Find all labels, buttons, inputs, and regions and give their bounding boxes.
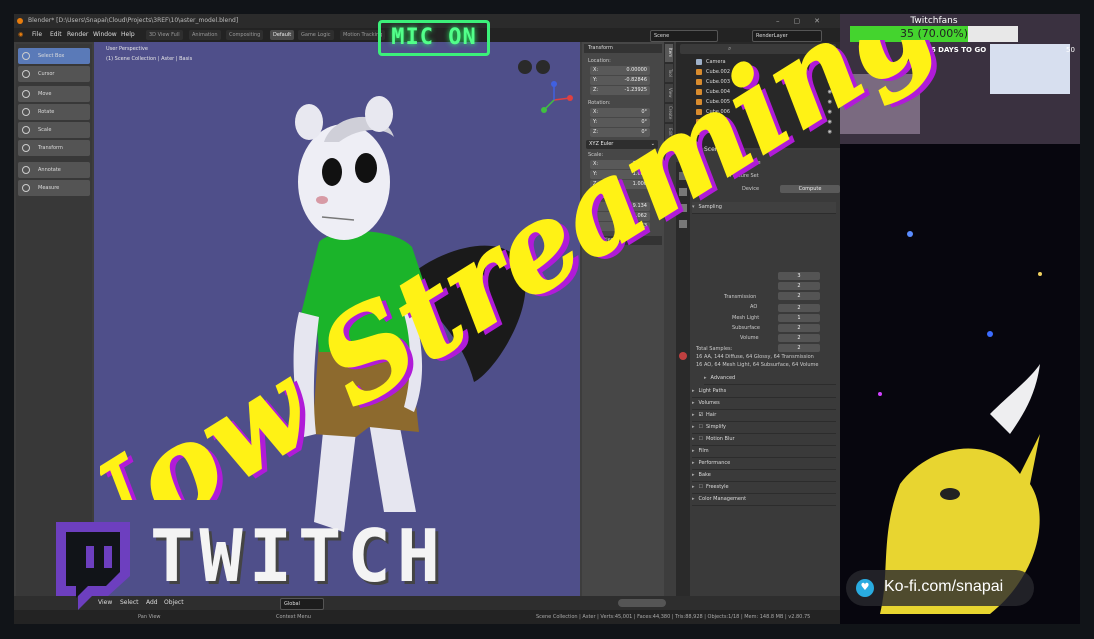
tool-label: Annotate [38, 167, 61, 173]
twitch-wordmark: TWITCH [150, 514, 447, 598]
tool-label: Transform [38, 145, 63, 151]
tool-label: Scale [38, 127, 52, 133]
cursor-icon [22, 70, 30, 78]
tab-compositing[interactable]: Compositing [226, 30, 264, 40]
now-streaming-headline: Now Streaming! Now Streaming! [100, 40, 980, 500]
status-context-menu: Context Menu [276, 614, 311, 620]
tab-game-logic[interactable]: Game Logic [298, 30, 334, 40]
tool-select-box[interactable]: Select Box [18, 48, 90, 64]
transform-orientation-select[interactable]: Global [280, 598, 324, 610]
window-controls[interactable]: –▢✕ [776, 14, 834, 28]
move-icon [22, 90, 30, 98]
tool-label: Cursor [38, 71, 55, 77]
select-box-icon [22, 52, 30, 60]
tool-transform[interactable]: Transform [18, 140, 90, 156]
menu-edit[interactable]: Edit [50, 28, 62, 42]
tool-cursor[interactable]: Cursor [18, 66, 90, 82]
tool-move[interactable]: Move [18, 86, 90, 102]
tool-rotate[interactable]: Rotate [18, 104, 90, 120]
transform-icon [22, 144, 30, 152]
follower-goal-title: Twitchfans [910, 16, 958, 26]
headline-text: Now Streaming! [100, 40, 980, 500]
twitch-logo-icon [56, 522, 130, 610]
menu-render[interactable]: Render [67, 28, 88, 42]
tab-animation[interactable]: Animation [189, 30, 221, 40]
menu-file[interactable]: File [32, 28, 42, 42]
blender-logo-icon [17, 18, 23, 24]
shading-mode-buttons[interactable] [618, 599, 666, 607]
tool-measure[interactable]: Measure [18, 180, 90, 196]
tool-annotate[interactable]: Annotate [18, 162, 90, 178]
tab-3d-view-full[interactable]: 3D View Full [146, 30, 183, 40]
tab-default[interactable]: Default [270, 30, 295, 40]
measure-icon [22, 184, 30, 192]
annotate-icon [22, 166, 30, 174]
tool-label: Rotate [38, 109, 55, 115]
goal-number: 50 [1066, 46, 1075, 54]
tool-label: Measure [38, 185, 60, 191]
kofi-cup-icon: ♥ [856, 579, 874, 597]
window-title: Blender* [D:\Users\Snapai\Cloud\Projects… [28, 17, 239, 24]
blender-menu-icon[interactable]: ◉ [18, 28, 23, 42]
tool-label: Select Box [38, 53, 65, 59]
kofi-link[interactable]: Ko-fi.com/snapai [884, 578, 1003, 596]
status-bar: Pan View Context Menu Scene Collection |… [14, 610, 840, 624]
scale-icon [22, 126, 30, 134]
status-scene-stats: Scene Collection | Aster | Verts:45,001 … [536, 614, 811, 620]
tool-scale[interactable]: Scale [18, 122, 90, 138]
menu-object[interactable]: Object [164, 596, 184, 610]
status-pan-view: Pan View [138, 614, 161, 620]
tool-label: Move [38, 91, 52, 97]
rotate-icon [22, 108, 30, 116]
menu-add[interactable]: Add [146, 596, 158, 610]
